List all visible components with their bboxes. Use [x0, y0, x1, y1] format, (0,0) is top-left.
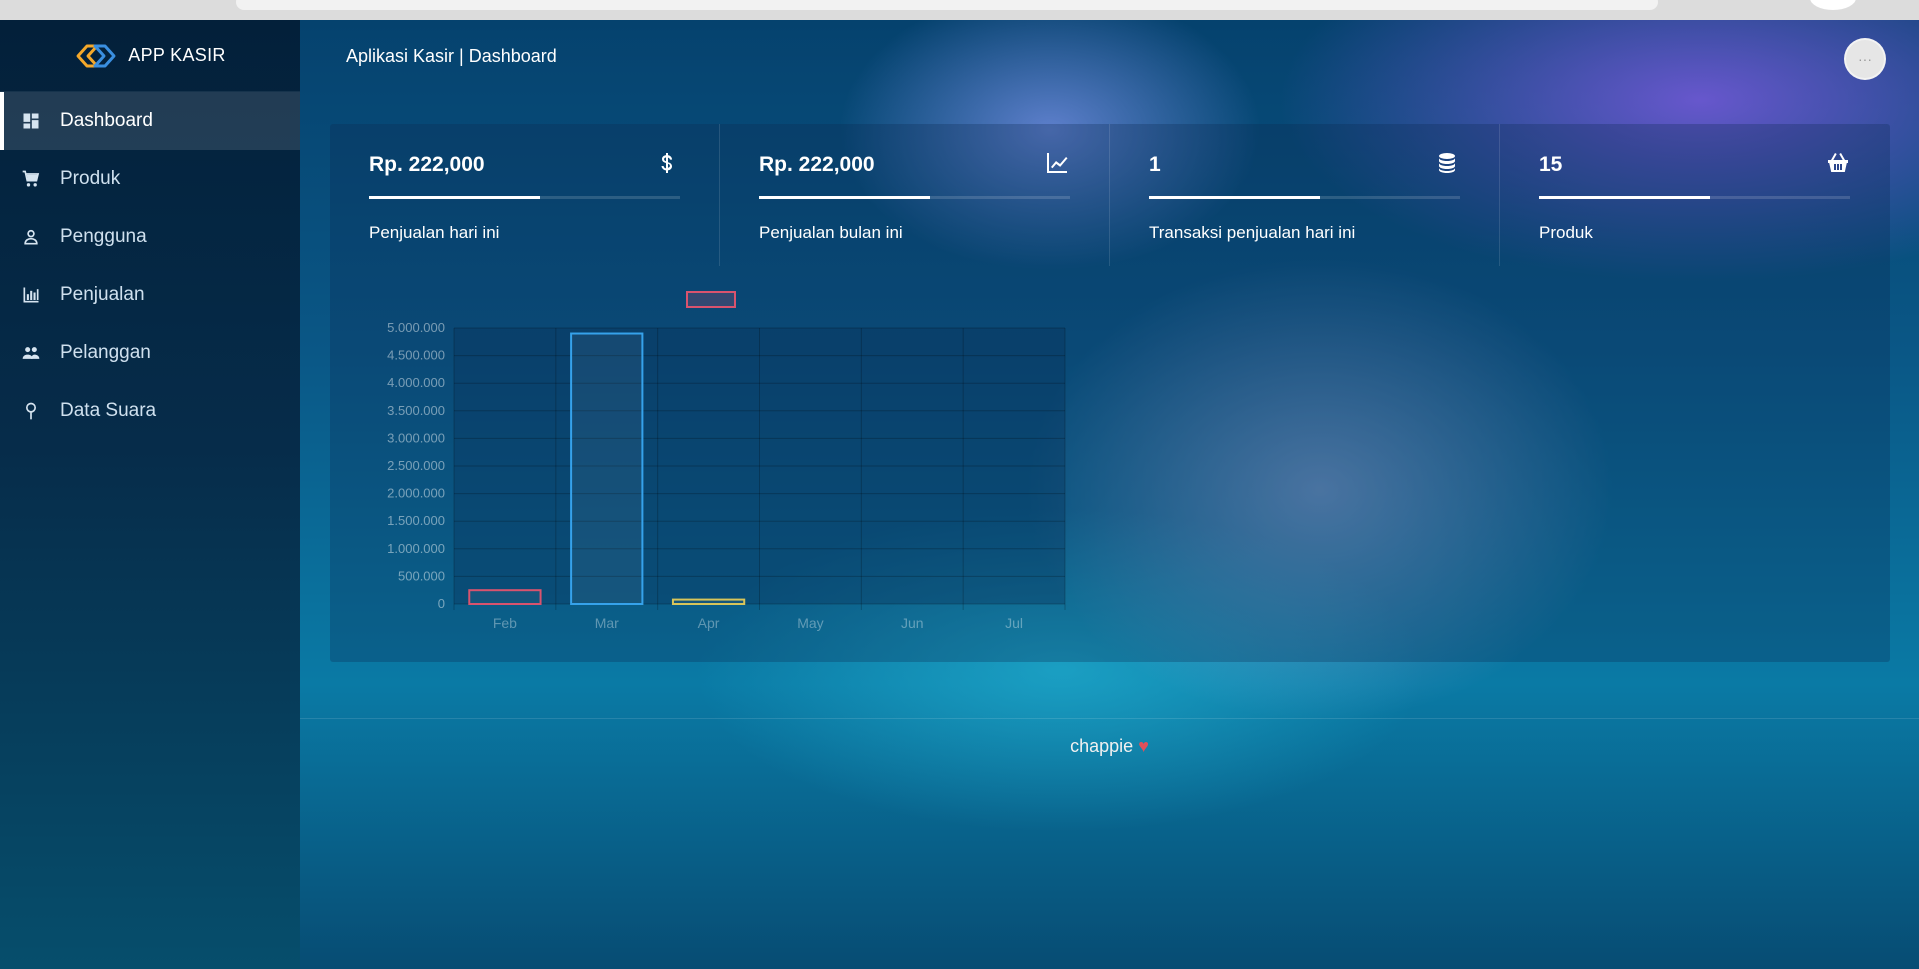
stat-sales-month: Rp. 222,000 Penjualan bulan ini — [720, 124, 1110, 266]
sales-chart: 5.000.000 4.500.000 4.000.000 3.500.000 3.00… — [330, 274, 1890, 654]
stat-value: Rp. 222,000 — [369, 153, 485, 176]
pin-icon — [20, 400, 42, 422]
x-tick-label: May — [797, 615, 823, 631]
sidebar-item-label: Pelanggan — [60, 342, 151, 363]
brand[interactable]: APP KASIR — [0, 20, 300, 92]
stat-value: 15 — [1539, 153, 1563, 176]
sidebar-item-label: Produk — [60, 168, 121, 189]
stats-row: Rp. 222,000 Penjualan hari ini Rp. 222,0… — [330, 124, 1890, 266]
sidebar-item-label: Dashboard — [60, 110, 153, 131]
stat-progress-bar — [1539, 196, 1850, 199]
x-tick-label: Mar — [595, 615, 619, 631]
chart-bar — [468, 589, 542, 606]
bar-chart-icon — [20, 284, 42, 306]
stat-progress-fill — [759, 196, 931, 199]
sidebar-item-label: Pengguna — [60, 226, 147, 247]
sidebar-item-label: Penjualan — [60, 284, 145, 305]
heart-icon: ♥ — [1138, 736, 1149, 756]
stat-progress-bar — [369, 196, 680, 199]
footer-divider — [300, 718, 1919, 719]
y-tick-label: 0 — [438, 596, 445, 611]
y-tick-label: 500.000 — [398, 568, 445, 583]
dashboard-card: Rp. 222,000 Penjualan hari ini Rp. 222,0… — [330, 124, 1890, 662]
y-tick-label: 4.500.000 — [387, 348, 445, 363]
stat-progress-fill — [369, 196, 541, 199]
user-icon — [20, 226, 42, 248]
chart-bar — [570, 332, 644, 606]
stat-progress-fill — [1149, 196, 1321, 199]
stat-progress-bar — [759, 196, 1070, 199]
trend-icon — [1045, 151, 1069, 180]
brand-name: APP KASIR — [128, 45, 226, 65]
stat-transactions-today: 1 Transaksi penjualan hari ini — [1110, 124, 1500, 266]
y-tick-label: 4.000.000 — [387, 375, 445, 390]
footer-text: chappie — [1070, 736, 1134, 756]
brand-logo-icon — [74, 41, 118, 71]
sales-chart-svg: 5.000.000 4.500.000 4.000.000 3.500.000 3.00… — [387, 291, 1066, 631]
stat-progress-fill — [1539, 196, 1711, 199]
y-tick-label: 2.000.000 — [387, 486, 445, 501]
sidebar-item-pelanggan[interactable]: Pelanggan — [0, 324, 300, 382]
basket-icon — [1826, 151, 1850, 180]
x-tick-label: Jul — [1005, 615, 1023, 631]
sidebar-item-produk[interactable]: Produk — [0, 150, 300, 208]
user-menu-button[interactable]: ··· — [1844, 38, 1886, 80]
x-tick-label: Apr — [698, 615, 720, 631]
y-tick-label: 5.000.000 — [387, 320, 445, 335]
y-tick-label: 3.500.000 — [387, 403, 445, 418]
stat-label: Produk — [1539, 223, 1593, 242]
browser-profile-button[interactable] — [1810, 0, 1856, 10]
footer: chappie ♥ — [300, 736, 1919, 757]
y-tick-label: 2.500.000 — [387, 458, 445, 473]
y-tick-label: 3.000.000 — [387, 430, 445, 445]
x-tick-label: Feb — [493, 615, 517, 631]
sidebar-item-pengguna[interactable]: Pengguna — [0, 208, 300, 266]
more-icon: ··· — [1858, 51, 1872, 67]
stat-value: 1 — [1149, 153, 1161, 176]
dollar-icon — [655, 151, 679, 180]
browser-strip — [0, 0, 1919, 20]
people-icon — [20, 342, 42, 364]
x-tick-label: Jun — [901, 615, 924, 631]
y-tick-label: 1.500.000 — [387, 513, 445, 528]
legend-swatch — [686, 291, 736, 308]
stat-value: Rp. 222,000 — [759, 153, 875, 176]
stat-progress-bar — [1149, 196, 1460, 199]
sidebar-item-label: Data Suara — [60, 400, 157, 421]
stat-label: Penjualan hari ini — [369, 223, 500, 242]
stat-products: 15 Produk — [1500, 124, 1890, 266]
database-icon — [1435, 151, 1459, 180]
y-tick-label: 1.000.000 — [387, 541, 445, 556]
sidebar-item-dashboard[interactable]: Dashboard — [0, 92, 300, 150]
cart-icon — [20, 168, 42, 190]
chart-bar — [671, 598, 746, 606]
stat-label: Transaksi penjualan hari ini — [1149, 223, 1356, 242]
sidebar-nav: Dashboard Produk Pengguna Penjualan Pela… — [0, 92, 300, 440]
stat-sales-today: Rp. 222,000 Penjualan hari ini — [330, 124, 720, 266]
sidebar-item-penjualan[interactable]: Penjualan — [0, 266, 300, 324]
dashboard-icon — [20, 110, 42, 132]
browser-address-bar[interactable] — [236, 0, 1658, 10]
page-title: Aplikasi Kasir | Dashboard — [346, 45, 557, 66]
sidebar-item-data-suara[interactable]: Data Suara — [0, 382, 300, 440]
sidebar: APP KASIR Dashboard Produk Pengguna Penj… — [0, 20, 300, 969]
top-header: Aplikasi Kasir | Dashboard ··· — [300, 20, 1919, 92]
stat-label: Penjualan bulan ini — [759, 223, 903, 242]
